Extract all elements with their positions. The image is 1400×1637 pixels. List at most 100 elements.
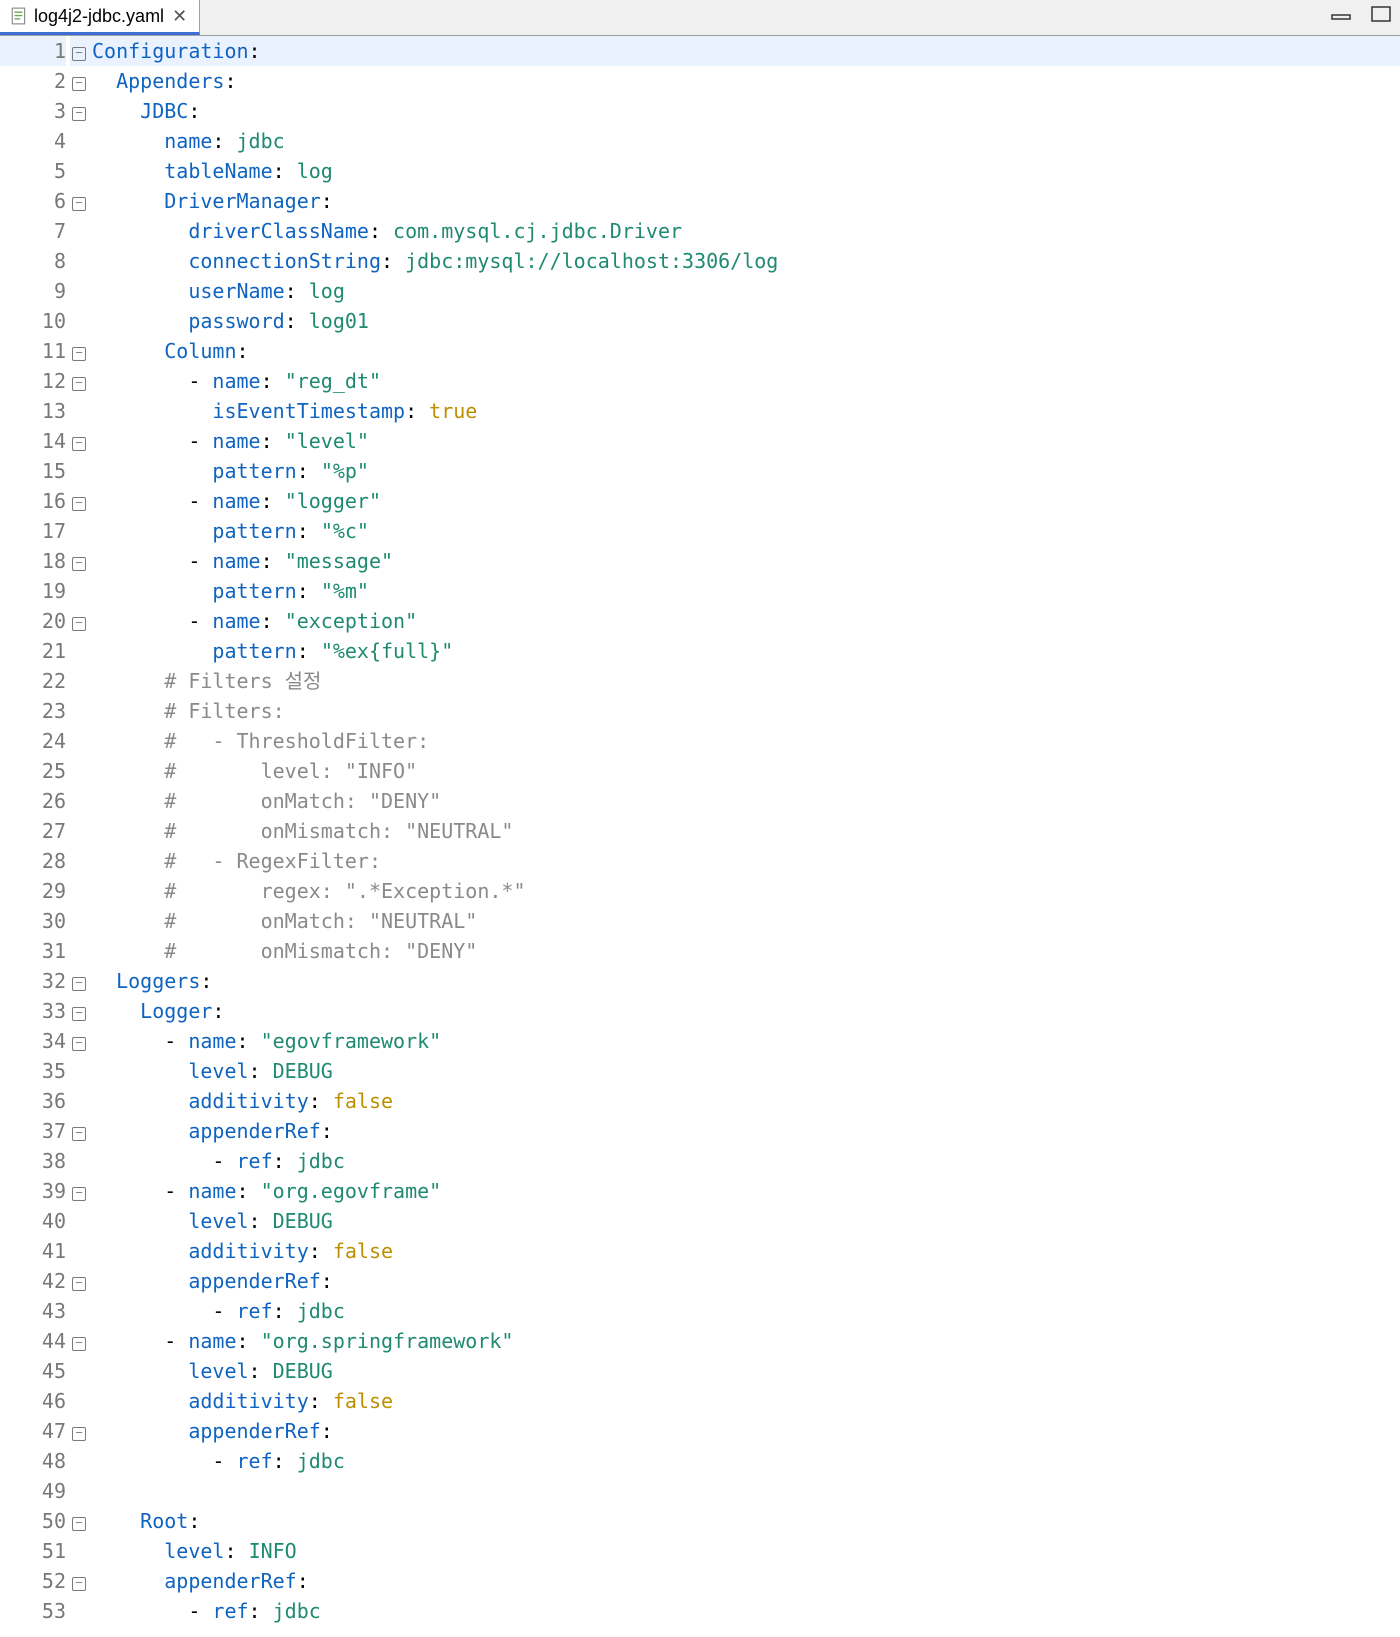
fold-cell[interactable]: − <box>70 1116 92 1146</box>
code-line[interactable]: userName: log <box>92 276 1400 306</box>
code-line[interactable]: - ref: jdbc <box>92 1296 1400 1326</box>
fold-toggle-icon[interactable]: − <box>72 197 86 211</box>
code-line[interactable]: additivity: false <box>92 1086 1400 1116</box>
fold-toggle-icon[interactable]: − <box>72 1517 86 1531</box>
code-line[interactable]: driverClassName: com.mysql.cj.jdbc.Drive… <box>92 216 1400 246</box>
fold-toggle-icon[interactable]: − <box>72 1337 86 1351</box>
fold-cell[interactable]: − <box>70 96 92 126</box>
code-line[interactable]: Appenders: <box>92 66 1400 96</box>
code-line[interactable]: additivity: false <box>92 1386 1400 1416</box>
fold-toggle-icon[interactable]: − <box>72 1127 86 1141</box>
code-line[interactable]: appenderRef: <box>92 1266 1400 1296</box>
code-line[interactable]: # regex: ".*Exception.*" <box>92 876 1400 906</box>
code-line[interactable]: JDBC: <box>92 96 1400 126</box>
code-line[interactable]: appenderRef: <box>92 1416 1400 1446</box>
code-line[interactable]: - name: "org.springframework" <box>92 1326 1400 1356</box>
code-line[interactable]: - ref: jdbc <box>92 1146 1400 1176</box>
code-line[interactable]: level: DEBUG <box>92 1056 1400 1086</box>
code-line[interactable]: isEventTimestamp: true <box>92 396 1400 426</box>
token-p <box>92 519 212 543</box>
code-line[interactable]: tableName: log <box>92 156 1400 186</box>
fold-toggle-icon[interactable]: − <box>72 977 86 991</box>
fold-toggle-icon[interactable]: − <box>72 1427 86 1441</box>
code-line[interactable]: # Filters: <box>92 696 1400 726</box>
maximize-icon[interactable] <box>1370 6 1392 22</box>
code-editor[interactable]: 1234567891011121314151617181920212223242… <box>0 36 1400 1626</box>
code-line[interactable]: # - RegexFilter: <box>92 846 1400 876</box>
code-line[interactable]: # level: "INFO" <box>92 756 1400 786</box>
code-area[interactable]: Configuration: Appenders: JDBC: name: jd… <box>92 36 1400 1626</box>
fold-cell[interactable]: − <box>70 1026 92 1056</box>
fold-toggle-icon[interactable]: − <box>72 1037 86 1051</box>
code-line[interactable] <box>92 1476 1400 1506</box>
code-line[interactable]: # onMatch: "NEUTRAL" <box>92 906 1400 936</box>
code-line[interactable]: Root: <box>92 1506 1400 1536</box>
fold-cell[interactable]: − <box>70 1326 92 1356</box>
code-line[interactable]: DriverManager: <box>92 186 1400 216</box>
minimize-icon[interactable] <box>1330 6 1352 22</box>
code-line[interactable]: - name: "message" <box>92 546 1400 576</box>
fold-cell[interactable]: − <box>70 966 92 996</box>
fold-toggle-icon[interactable]: − <box>72 437 86 451</box>
fold-cell[interactable]: − <box>70 1416 92 1446</box>
code-line[interactable]: appenderRef: <box>92 1566 1400 1596</box>
fold-cell[interactable]: − <box>70 336 92 366</box>
fold-toggle-icon[interactable]: − <box>72 1277 86 1291</box>
code-line[interactable]: pattern: "%p" <box>92 456 1400 486</box>
fold-cell[interactable]: − <box>70 606 92 636</box>
fold-cell[interactable]: − <box>70 996 92 1026</box>
fold-toggle-icon[interactable]: − <box>72 347 86 361</box>
fold-cell[interactable]: − <box>70 426 92 456</box>
code-line[interactable]: - ref: jdbc <box>92 1596 1400 1626</box>
code-line[interactable]: - name: "exception" <box>92 606 1400 636</box>
fold-toggle-icon[interactable]: − <box>72 617 86 631</box>
fold-toggle-icon[interactable]: − <box>72 77 86 91</box>
fold-toggle-icon[interactable]: − <box>72 377 86 391</box>
code-line[interactable]: # onMatch: "DENY" <box>92 786 1400 816</box>
fold-cell[interactable]: − <box>70 546 92 576</box>
code-line[interactable]: # onMismatch: "DENY" <box>92 936 1400 966</box>
code-line[interactable]: connectionString: jdbc:mysql://localhost… <box>92 246 1400 276</box>
code-line[interactable]: name: jdbc <box>92 126 1400 156</box>
code-line[interactable]: - name: "logger" <box>92 486 1400 516</box>
code-line[interactable]: pattern: "%c" <box>92 516 1400 546</box>
code-line[interactable]: appenderRef: <box>92 1116 1400 1146</box>
fold-toggle-icon[interactable]: − <box>72 47 86 61</box>
code-line[interactable]: # - ThresholdFilter: <box>92 726 1400 756</box>
code-line[interactable]: Logger: <box>92 996 1400 1026</box>
fold-toggle-icon[interactable]: − <box>72 1007 86 1021</box>
code-line[interactable]: pattern: "%m" <box>92 576 1400 606</box>
editor-tab[interactable]: log4j2-jdbc.yaml ✕ <box>0 0 200 35</box>
code-line[interactable]: - name: "org.egovframe" <box>92 1176 1400 1206</box>
code-line[interactable]: - name: "level" <box>92 426 1400 456</box>
fold-cell[interactable]: − <box>70 366 92 396</box>
code-line[interactable]: password: log01 <box>92 306 1400 336</box>
close-icon[interactable]: ✕ <box>170 6 189 27</box>
fold-toggle-icon[interactable]: − <box>72 1187 86 1201</box>
code-line[interactable]: - name: "reg_dt" <box>92 366 1400 396</box>
code-line[interactable]: level: INFO <box>92 1536 1400 1566</box>
fold-cell[interactable]: − <box>70 36 92 66</box>
code-line[interactable]: level: DEBUG <box>92 1356 1400 1386</box>
fold-cell[interactable]: − <box>70 186 92 216</box>
code-line[interactable]: Configuration: <box>92 36 1400 66</box>
code-line[interactable]: # Filters 설정 <box>92 666 1400 696</box>
fold-cell[interactable]: − <box>70 1266 92 1296</box>
code-line[interactable]: additivity: false <box>92 1236 1400 1266</box>
fold-toggle-icon[interactable]: − <box>72 557 86 571</box>
code-line[interactable]: pattern: "%ex{full}" <box>92 636 1400 666</box>
fold-cell[interactable]: − <box>70 486 92 516</box>
fold-toggle-icon[interactable]: − <box>72 497 86 511</box>
code-line[interactable]: # onMismatch: "NEUTRAL" <box>92 816 1400 846</box>
code-line[interactable]: level: DEBUG <box>92 1206 1400 1236</box>
fold-cell[interactable]: − <box>70 1506 92 1536</box>
code-line[interactable]: - name: "egovframework" <box>92 1026 1400 1056</box>
fold-cell[interactable]: − <box>70 1566 92 1596</box>
fold-cell[interactable]: − <box>70 1176 92 1206</box>
fold-cell[interactable]: − <box>70 66 92 96</box>
code-line[interactable]: - ref: jdbc <box>92 1446 1400 1476</box>
fold-toggle-icon[interactable]: − <box>72 1577 86 1591</box>
fold-toggle-icon[interactable]: − <box>72 107 86 121</box>
code-line[interactable]: Column: <box>92 336 1400 366</box>
code-line[interactable]: Loggers: <box>92 966 1400 996</box>
